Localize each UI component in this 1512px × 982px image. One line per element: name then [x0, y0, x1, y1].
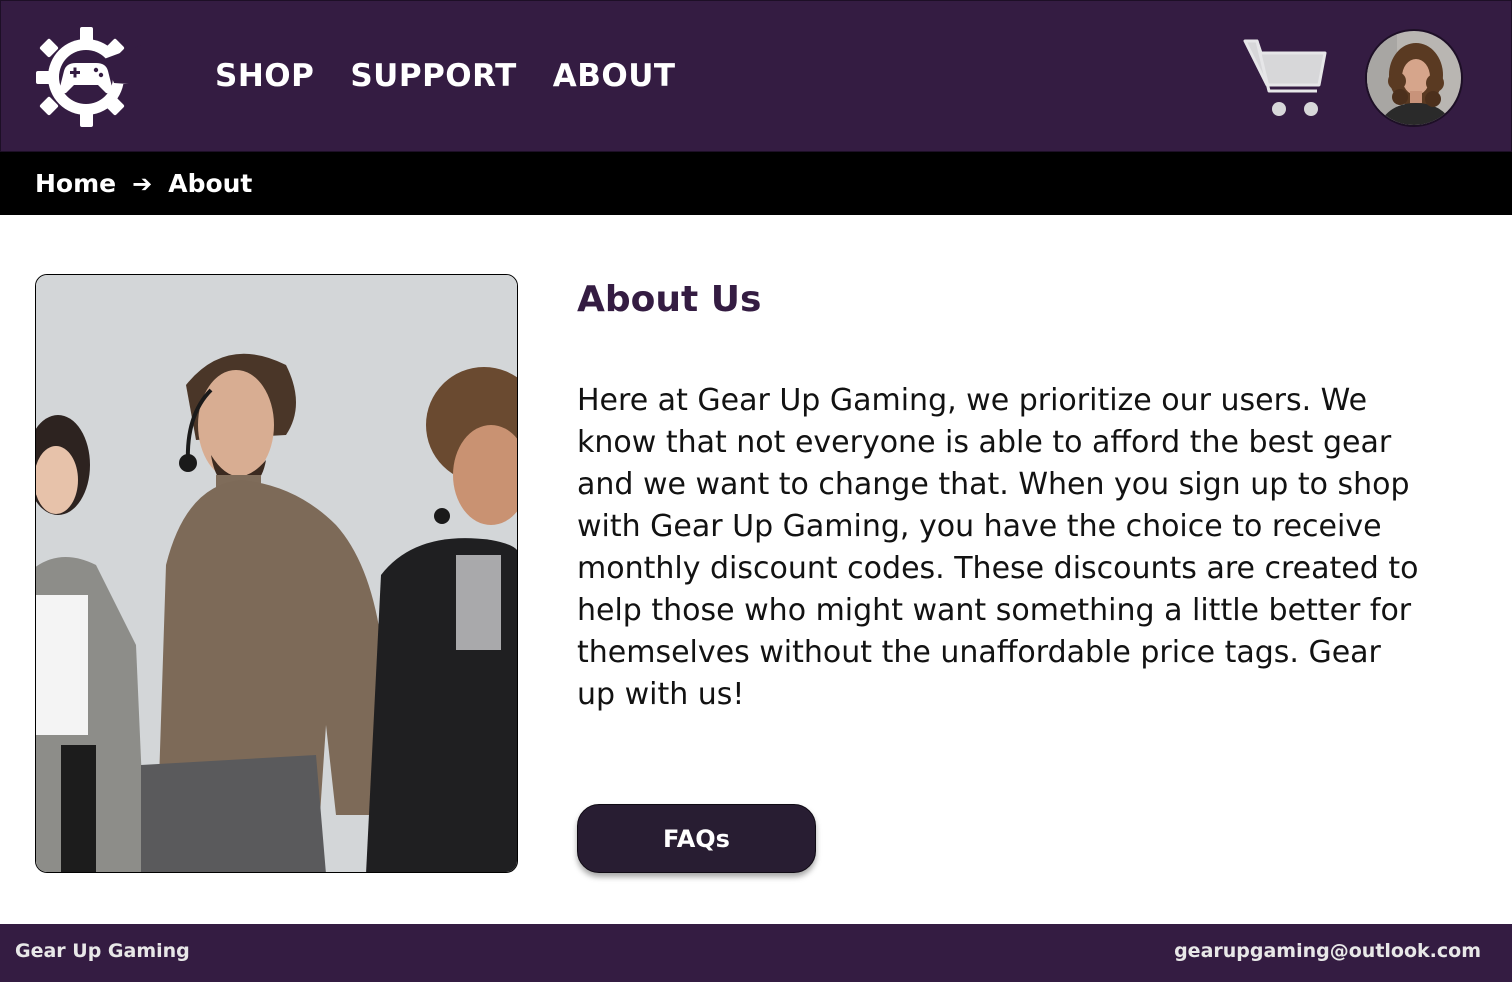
arrow-right-icon: ➔ — [132, 169, 153, 198]
nav-shop[interactable]: SHOP — [215, 53, 314, 99]
shopping-cart-icon[interactable] — [1243, 37, 1329, 119]
footer-email-link[interactable]: gearupgaming@outlook.com — [1174, 940, 1481, 962]
site-footer: Gear Up Gaming gearupgaming@outlook.com — [0, 924, 1512, 982]
nav-about[interactable]: ABOUT — [553, 53, 676, 99]
user-avatar[interactable] — [1365, 29, 1463, 127]
footer-brand: Gear Up Gaming — [15, 940, 190, 962]
gear-gamepad-logo-icon[interactable] — [34, 25, 142, 129]
team-photo-image — [36, 275, 517, 872]
site-header: SHOP SUPPORT ABOUT — [0, 0, 1512, 152]
breadcrumb-home[interactable]: Home — [35, 169, 116, 198]
breadcrumb: Home ➔ About — [0, 152, 1512, 215]
main-nav: SHOP SUPPORT ABOUT — [215, 53, 676, 99]
breadcrumb-current: About — [168, 169, 253, 198]
team-photo — [35, 274, 518, 873]
faqs-button[interactable]: FAQs — [577, 804, 816, 873]
page-title: About Us — [577, 279, 762, 320]
about-description: Here at Gear Up Gaming, we prioritize ou… — [577, 383, 1419, 712]
avatar-portrait-icon — [1367, 31, 1461, 125]
nav-support[interactable]: SUPPORT — [350, 53, 516, 99]
